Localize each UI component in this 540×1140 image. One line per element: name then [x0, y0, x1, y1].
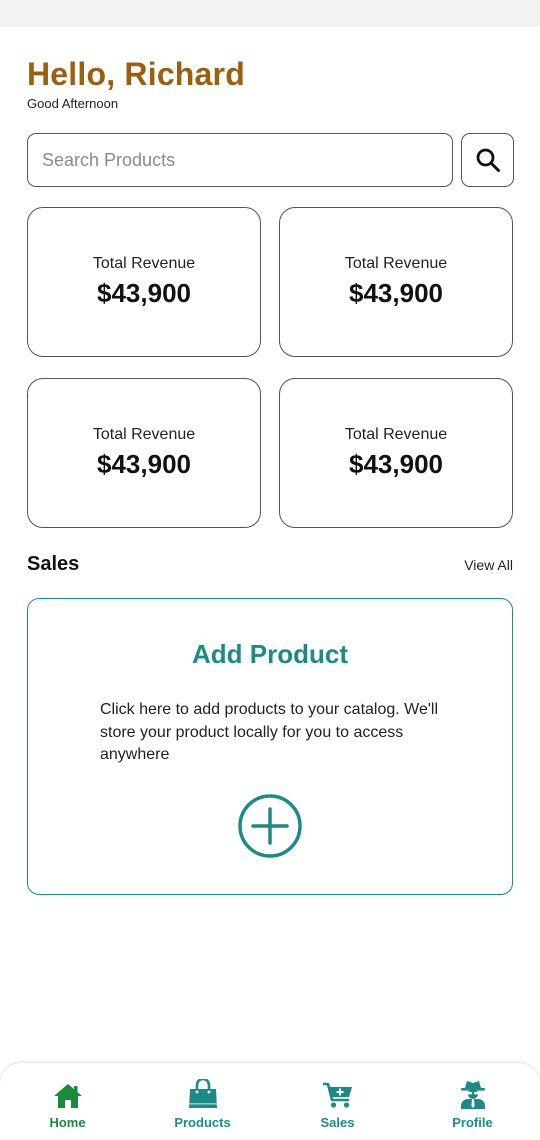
revenue-card[interactable]: Total Revenue $43,900 — [27, 207, 261, 357]
revenue-card[interactable]: Total Revenue $43,900 — [27, 378, 261, 528]
revenue-card[interactable]: Total Revenue $43,900 — [279, 207, 513, 357]
sales-section-title: Sales — [27, 553, 80, 575]
revenue-card-label: Total Revenue — [92, 426, 196, 443]
add-product-description: Click here to add products to your catal… — [100, 701, 439, 763]
add-product-title: Add Product — [192, 639, 348, 669]
search-button[interactable] — [461, 133, 514, 187]
greeting-subtitle: Good Afternoon — [27, 96, 119, 111]
search-input[interactable] — [42, 149, 452, 171]
revenue-card-value: $43,900 — [349, 449, 443, 479]
user-spy-icon — [460, 1081, 485, 1109]
view-all-link[interactable]: View All — [464, 557, 513, 573]
home-screen: Hello, Richard Good Afternoon Total Reve… — [0, 0, 540, 1140]
nav-item-products[interactable]: Products — [135, 1063, 270, 1140]
revenue-card[interactable]: Total Revenue $43,900 — [279, 378, 513, 528]
greeting-title: Hello, Richard — [27, 56, 245, 92]
revenue-card-label: Total Revenue — [344, 426, 448, 443]
nav-item-profile[interactable]: Profile — [405, 1063, 540, 1140]
search-icon — [476, 148, 500, 172]
search-field[interactable] — [27, 133, 453, 187]
revenue-card-value: $43,900 — [349, 278, 443, 308]
nav-label-home: Home — [49, 1115, 86, 1130]
cart-add-icon — [322, 1082, 352, 1108]
revenue-card-label: Total Revenue — [344, 255, 448, 272]
add-product-card[interactable]: Add Product Click here to add products t… — [27, 598, 513, 895]
home-icon — [53, 1084, 82, 1108]
revenue-card-label: Total Revenue — [92, 255, 196, 272]
nav-label-products: Products — [174, 1115, 231, 1130]
shopping-bag-icon — [188, 1079, 217, 1108]
nav-label-sales: Sales — [320, 1115, 355, 1130]
plus-circle-icon[interactable] — [237, 793, 303, 859]
status-bar — [0, 0, 540, 27]
nav-item-sales[interactable]: Sales — [270, 1063, 405, 1140]
revenue-card-value: $43,900 — [97, 449, 191, 479]
bottom-navigation: Home Products Sales Profile — [0, 1063, 540, 1140]
revenue-card-value: $43,900 — [97, 278, 191, 308]
nav-label-profile: Profile — [452, 1115, 493, 1130]
nav-item-home[interactable]: Home — [0, 1063, 135, 1140]
